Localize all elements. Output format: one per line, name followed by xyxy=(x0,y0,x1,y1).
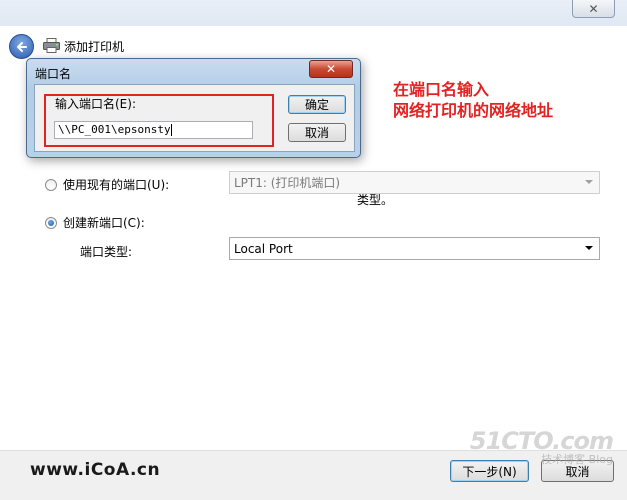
wizard-titlebar: ✕ xyxy=(0,0,627,26)
dialog-close-button[interactable]: ✕ xyxy=(309,60,353,78)
use-existing-port-radio[interactable] xyxy=(45,178,57,191)
existing-port-select[interactable]: LPT1: (打印机端口) xyxy=(229,171,600,194)
port-type-label: 端口类型: xyxy=(80,245,133,259)
close-icon: ✕ xyxy=(325,62,337,76)
chevron-down-icon xyxy=(585,246,593,250)
wizard-close-button[interactable]: ✕ xyxy=(572,0,615,18)
wizard-cancel-button[interactable]: 取消 xyxy=(541,460,614,482)
annotation-line-1: 在端口名输入 xyxy=(393,80,490,99)
port-name-value: \\PC_001\epsonsty xyxy=(58,123,171,136)
chevron-down-icon xyxy=(585,180,593,184)
annotation-line-2: 网络打印机的网络地址 xyxy=(393,101,554,120)
watermark-left: www.iCoA.cn xyxy=(30,460,161,480)
create-new-port-option[interactable]: 创建新端口(C): xyxy=(45,214,145,231)
create-new-port-radio[interactable] xyxy=(45,216,57,229)
text-caret xyxy=(170,124,172,136)
printer-icon xyxy=(43,38,60,53)
port-name-label: 输入端口名(E): xyxy=(55,97,136,111)
dialog-title: 端口名 xyxy=(35,67,72,81)
port-type-value: Local Port xyxy=(234,241,293,256)
wizard-title: 添加打印机 xyxy=(64,40,125,54)
create-new-port-label: 创建新端口(C): xyxy=(63,216,145,230)
use-existing-port-option[interactable]: 使用现有的端口(U): xyxy=(45,176,169,193)
existing-port-value: LPT1: (打印机端口) xyxy=(234,176,341,190)
use-existing-port-label: 使用现有的端口(U): xyxy=(63,178,170,192)
dialog-cancel-button[interactable]: 取消 xyxy=(288,123,346,142)
ok-button[interactable]: 确定 xyxy=(288,95,346,114)
back-arrow-icon xyxy=(16,41,27,52)
red-annotation: 在端口名输入 网络打印机的网络地址 xyxy=(393,79,553,121)
port-type-select[interactable]: Local Port xyxy=(229,237,600,260)
wizard-footer: www.iCoA.cn 下一步(N) 取消 xyxy=(0,450,627,500)
port-name-input[interactable]: \\PC_001\epsonsty xyxy=(54,121,253,139)
port-name-dialog: 端口名 ✕ 输入端口名(E): \\PC_001\epsonsty 确定 取消 xyxy=(26,58,361,158)
close-icon: ✕ xyxy=(588,1,599,16)
back-button[interactable] xyxy=(9,34,34,59)
dialog-body: 输入端口名(E): \\PC_001\epsonsty 确定 取消 xyxy=(34,84,355,152)
next-button[interactable]: 下一步(N) xyxy=(450,460,529,482)
